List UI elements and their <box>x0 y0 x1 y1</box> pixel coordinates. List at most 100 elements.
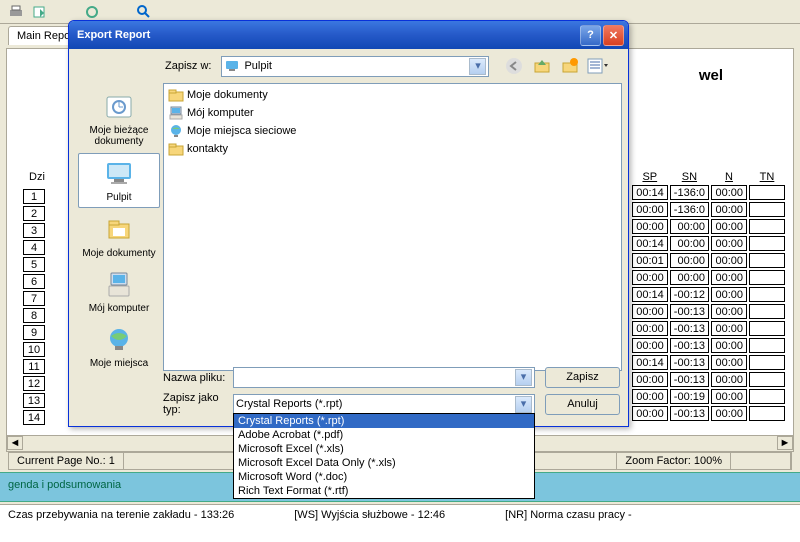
data-cell: 00:00 <box>711 219 747 234</box>
view-menu-icon[interactable] <box>587 55 609 77</box>
save-button[interactable]: Zapisz <box>545 367 620 388</box>
row-number: 3 <box>23 223 45 238</box>
filetype-label: Zapisz jako typ: <box>163 392 233 416</box>
data-cell: 00:00 <box>711 372 747 387</box>
data-cell <box>749 321 785 336</box>
zoom-indicator: Zoom Factor: 100% <box>617 453 731 469</box>
data-cell: -00:13 <box>670 355 709 370</box>
file-item[interactable]: Mój komputer <box>166 104 619 122</box>
sidebar-item-mój-komputer[interactable]: Mój komputer <box>78 265 160 318</box>
filename-label: Nazwa pliku: <box>163 372 233 384</box>
row-number: 4 <box>23 240 45 255</box>
sidebar-item-moje-miejsca[interactable]: Moje miejsca <box>78 320 160 373</box>
chevron-down-icon[interactable]: ▾ <box>515 369 532 386</box>
save-in-combo[interactable]: Pulpit ▾ <box>221 56 489 77</box>
data-cell: 00:00 <box>711 406 747 421</box>
place-icon <box>103 324 135 356</box>
data-cell: 00:00 <box>711 236 747 251</box>
data-cell: 00:00 <box>632 338 668 353</box>
data-cell: 00:00 <box>632 321 668 336</box>
row-number: 6 <box>23 274 45 289</box>
data-cell: 00:00 <box>711 270 747 285</box>
print-icon[interactable] <box>8 4 24 20</box>
data-cell: 00:00 <box>632 219 668 234</box>
scroll-left-icon[interactable]: ◄ <box>7 436 23 450</box>
row-number: 9 <box>23 325 45 340</box>
data-cell: 00:00 <box>711 338 747 353</box>
save-in-value: Pulpit <box>244 60 469 72</box>
search-icon[interactable] <box>136 4 152 20</box>
row-number: 7 <box>23 291 45 306</box>
row-number: 13 <box>23 393 45 408</box>
help-button[interactable]: ? <box>580 25 601 46</box>
data-cell: -136:0 <box>670 185 709 200</box>
save-in-label: Zapisz w: <box>165 60 211 72</box>
data-cell <box>749 219 785 234</box>
filetype-option[interactable]: Rich Text Format (*.rtf) <box>234 484 534 498</box>
data-cell: 00:00 <box>632 389 668 404</box>
place-icon <box>103 269 135 301</box>
filetype-option[interactable]: Adobe Acrobat (*.pdf) <box>234 428 534 442</box>
row-number: 8 <box>23 308 45 323</box>
data-cell <box>749 287 785 302</box>
computer-icon <box>168 105 184 121</box>
cancel-button[interactable]: Anuluj <box>545 394 620 415</box>
scroll-right-icon[interactable]: ► <box>777 436 793 450</box>
data-cell <box>749 185 785 200</box>
filetype-dropdown[interactable]: Crystal Reports (*.rpt)Adobe Acrobat (*.… <box>233 413 535 499</box>
data-cell: -00:12 <box>670 287 709 302</box>
data-cell: 00:00 <box>711 253 747 268</box>
row-number: 2 <box>23 206 45 221</box>
file-item[interactable]: Moje dokumenty <box>166 86 619 104</box>
filetype-option[interactable]: Microsoft Excel (*.xls) <box>234 442 534 456</box>
close-button[interactable]: ✕ <box>603 25 624 46</box>
data-cell <box>749 236 785 251</box>
folder-icon <box>168 87 184 103</box>
data-cell: 00:00 <box>670 270 709 285</box>
data-cell: 00:00 <box>711 321 747 336</box>
row-number: 11 <box>23 359 45 374</box>
filetype-option[interactable]: Crystal Reports (*.rpt) <box>234 414 534 428</box>
file-item[interactable]: Moje miejsca sieciowe <box>166 122 619 140</box>
col-header: SP <box>632 171 668 183</box>
chevron-down-icon[interactable]: ▾ <box>469 58 486 75</box>
sidebar-item-moje-bieżące-dokumenty[interactable]: Moje bieżące dokumenty <box>78 87 160 151</box>
sidebar-item-pulpit[interactable]: Pulpit <box>78 153 160 208</box>
data-cell: 00:01 <box>632 253 668 268</box>
filetype-option[interactable]: Microsoft Word (*.doc) <box>234 470 534 484</box>
row-numbers: 1234567891011121314 <box>21 187 47 427</box>
data-cell: -00:13 <box>670 338 709 353</box>
file-list[interactable]: Moje dokumentyMój komputerMoje miejsca s… <box>163 83 622 371</box>
sidebar-item-label: Moje miejsca <box>78 358 160 369</box>
data-cell <box>749 253 785 268</box>
desktop-icon <box>224 58 240 74</box>
refresh-icon[interactable] <box>84 4 100 20</box>
row-number: 12 <box>23 376 45 391</box>
data-cell <box>749 389 785 404</box>
data-cell <box>749 338 785 353</box>
folder-icon <box>168 141 184 157</box>
data-cell: 00:00 <box>711 355 747 370</box>
sidebar-item-label: Pulpit <box>79 192 159 203</box>
sidebar-item-moje-dokumenty[interactable]: Moje dokumenty <box>78 210 160 263</box>
file-item[interactable]: kontakty <box>166 140 619 158</box>
place-icon <box>103 158 135 190</box>
row-number: 14 <box>23 410 45 425</box>
filetype-combo[interactable]: Crystal Reports (*.rpt) ▾ <box>233 394 535 415</box>
data-cell: -00:13 <box>670 321 709 336</box>
export-icon[interactable] <box>32 4 48 20</box>
data-cell: 00:00 <box>711 202 747 217</box>
filename-input[interactable]: ▾ <box>233 367 535 388</box>
col-header-dzi: Dzi <box>29 171 45 183</box>
row-number: 5 <box>23 257 45 272</box>
new-folder-icon[interactable] <box>559 55 581 77</box>
filetype-option[interactable]: Microsoft Excel Data Only (*.xls) <box>234 456 534 470</box>
data-cell <box>749 372 785 387</box>
network-icon <box>168 123 184 139</box>
chevron-down-icon[interactable]: ▾ <box>515 396 532 413</box>
dialog-titlebar[interactable]: Export Report ? ✕ <box>69 21 628 49</box>
back-icon[interactable] <box>503 55 525 77</box>
data-cell: 00:00 <box>670 236 709 251</box>
up-icon[interactable] <box>531 55 553 77</box>
data-cell <box>749 406 785 421</box>
